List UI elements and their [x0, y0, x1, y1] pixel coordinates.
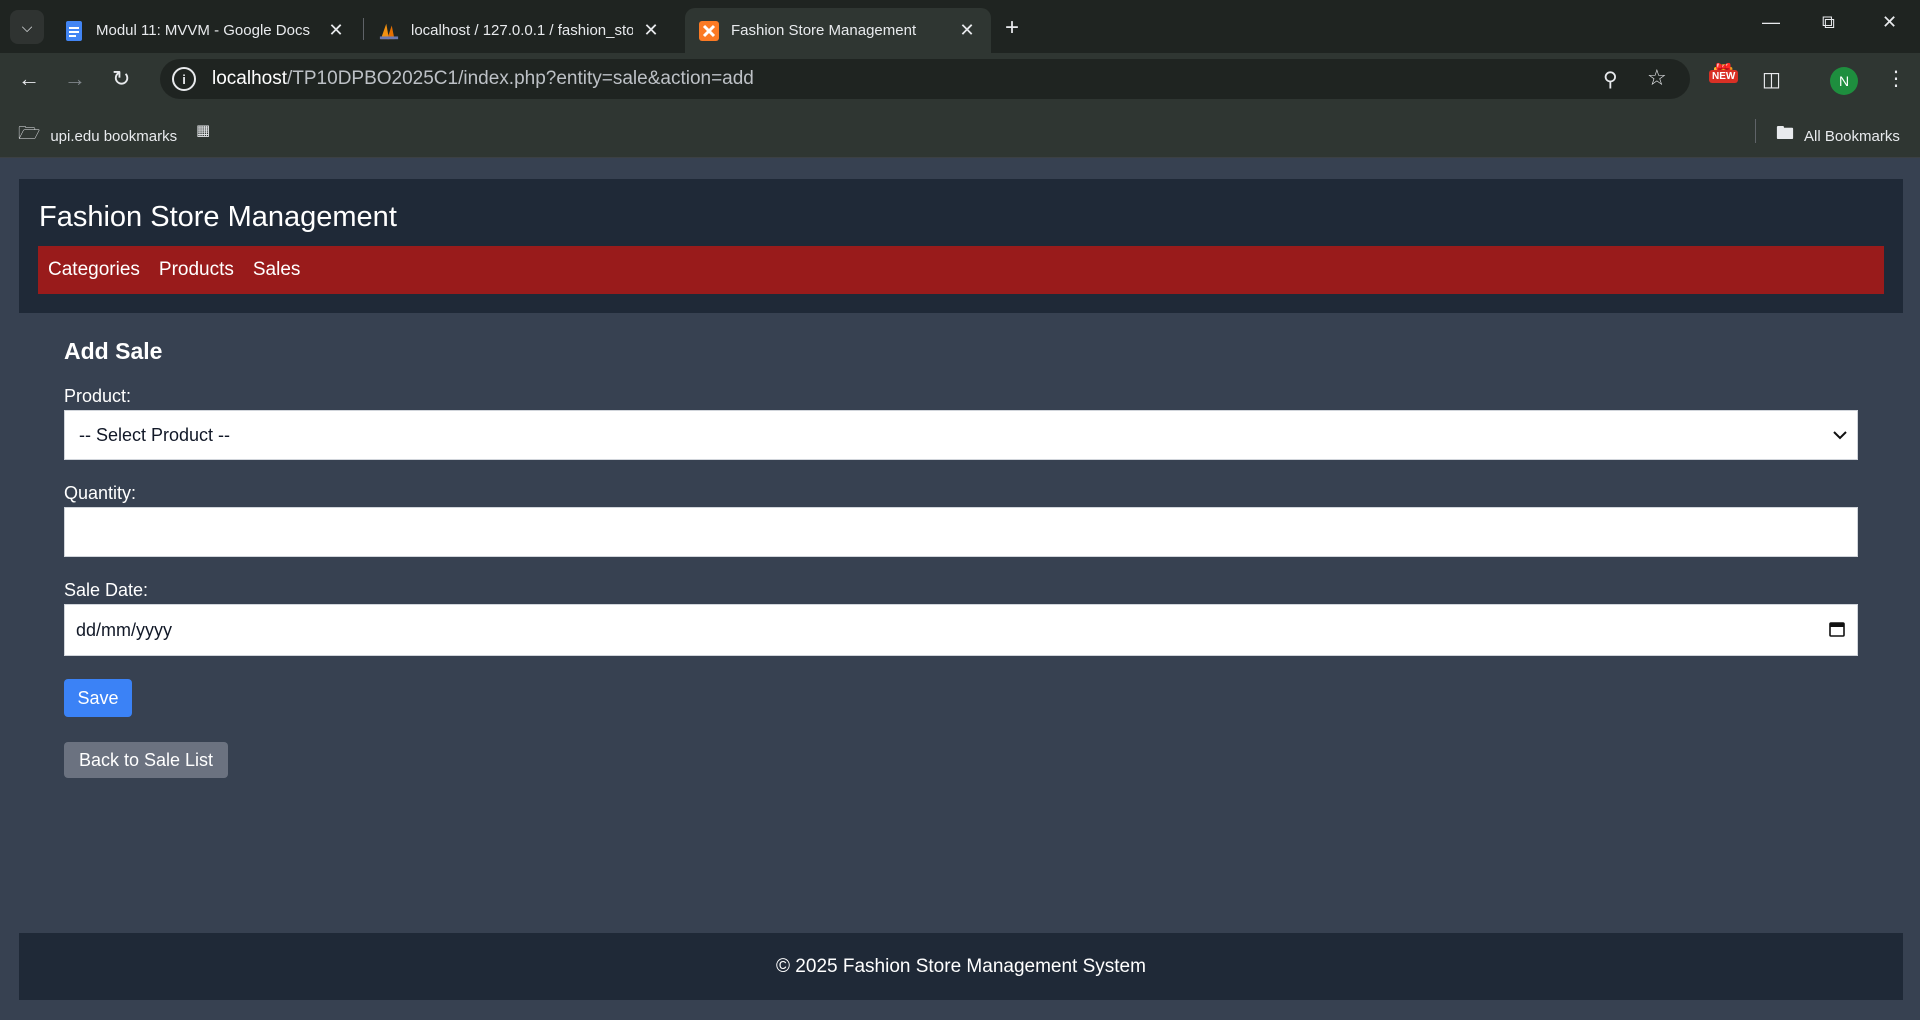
save-button[interactable]: Save [64, 679, 132, 717]
date-placeholder: dd/mm/yyyy [76, 619, 173, 640]
sale-date-label: Sale Date: [64, 580, 149, 600]
tab-google-docs[interactable]: Modul 11: MVVM - Google Docs ✕ [50, 8, 360, 53]
tab-strip: ⌵ Modul 11: MVVM - Google Docs ✕ localho… [0, 0, 1920, 53]
xampp-icon [699, 20, 719, 41]
bookmarks-bar: 🗁 upi.edu bookmarks ▦ 🖿 All Bookmarks [0, 105, 1920, 158]
tab-title: Fashion Store Management [731, 22, 917, 39]
bookmark-label: All Bookmarks [1804, 127, 1900, 145]
minimize-icon[interactable]: — [1762, 12, 1780, 33]
site-header: Fashion Store Management Categories Prod… [19, 179, 1903, 313]
profile-avatar[interactable]: N [1830, 67, 1858, 95]
nav-link-categories[interactable]: Categories [48, 259, 140, 281]
back-to-sale-list-button[interactable]: Back to Sale List [64, 742, 228, 778]
browser-chrome: ⌵ Modul 11: MVVM - Google Docs ✕ localho… [0, 0, 1920, 158]
forward-arrow-icon[interactable]: → [64, 66, 86, 92]
product-label: Product: [64, 386, 132, 406]
reload-icon[interactable]: ↻ [112, 66, 130, 92]
product-selected-value: -- Select Product -- [79, 424, 231, 445]
chevron-down-icon [1833, 427, 1847, 443]
site-footer: © 2025 Fashion Store Management System [19, 933, 1903, 1000]
sale-date-input[interactable]: dd/mm/yyyy [64, 604, 1858, 656]
close-tab-icon[interactable]: ✕ [641, 20, 661, 41]
restore-icon[interactable]: ⧉ [1822, 12, 1835, 33]
bookmark-label: upi.edu bookmarks [50, 127, 178, 145]
site-info-icon[interactable]: i [172, 67, 196, 91]
close-window-icon[interactable]: ✕ [1882, 12, 1897, 33]
tab-search-button[interactable]: ⌵ [10, 10, 44, 44]
apps-grid-icon[interactable]: ▦ [196, 121, 210, 139]
address-bar[interactable]: i localhost/TP10DPBO2025C1/index.php?ent… [160, 59, 1690, 99]
bookmarks-divider [1755, 119, 1756, 143]
bookmark-star-icon[interactable]: ☆ [1647, 65, 1667, 91]
footer-copyright: © 2025 Fashion Store Management System [776, 955, 1146, 977]
back-arrow-icon[interactable]: ← [18, 66, 40, 92]
url-text[interactable]: localhost/TP10DPBO2025C1/index.php?entit… [212, 68, 754, 90]
calendar-icon[interactable] [1829, 621, 1845, 640]
bookmark-folder-upi[interactable]: 🗁 upi.edu bookmarks [18, 121, 177, 151]
site-title: Fashion Store Management [39, 201, 397, 233]
nav-link-sales[interactable]: Sales [253, 259, 301, 281]
google-docs-icon [64, 20, 84, 41]
close-tab-icon[interactable]: ✕ [326, 20, 346, 41]
phpmyadmin-icon [379, 21, 399, 41]
extensions-puzzle-icon[interactable]: ◫ [1762, 67, 1781, 92]
new-badge: NEW [1709, 70, 1739, 83]
close-tab-icon[interactable]: ✕ [957, 20, 977, 41]
all-bookmarks-button[interactable]: 🖿 All Bookmarks [1776, 121, 1900, 151]
managed-folder-icon: 🗁 [18, 123, 41, 143]
nav-link-products[interactable]: Products [159, 259, 234, 281]
quantity-label: Quantity: [64, 483, 137, 503]
product-select[interactable]: -- Select Product -- [64, 410, 1858, 460]
tab-phpmyadmin[interactable]: localhost / 127.0.0.1 / fashion_store ✕ [365, 8, 675, 53]
quantity-input[interactable] [64, 507, 1858, 557]
main-nav: Categories Products Sales [38, 246, 1884, 294]
tab-divider [363, 18, 364, 40]
menu-kebab-icon[interactable]: ⋮ [1886, 66, 1906, 91]
page-heading: Add Sale [64, 338, 163, 364]
tab-title: localhost / 127.0.0.1 / fashion_store [411, 22, 633, 39]
new-tab-icon[interactable]: + [1005, 14, 1019, 42]
folder-icon: 🖿 [1776, 123, 1794, 143]
page-body: Fashion Store Management Categories Prod… [0, 158, 1920, 1020]
browser-toolbar: ← → ↻ i localhost/TP10DPBO2025C1/index.p… [0, 53, 1920, 105]
tab-title: Modul 11: MVVM - Google Docs [96, 22, 310, 39]
chevron-down-icon: ⌵ [21, 18, 33, 35]
zoom-icon[interactable]: ⚲ [1603, 67, 1618, 92]
tab-fashion-store[interactable]: Fashion Store Management ✕ [685, 8, 991, 53]
